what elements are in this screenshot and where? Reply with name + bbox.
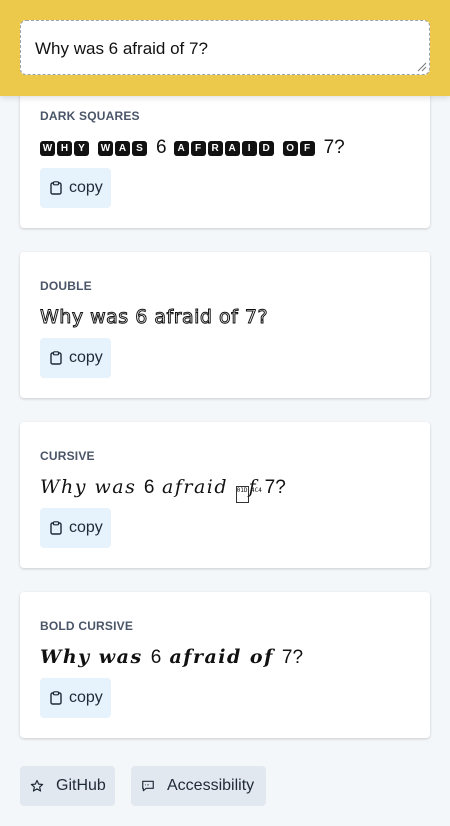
- dark-square-plain: 6: [156, 137, 167, 158]
- dark-square-letter: H: [57, 141, 72, 156]
- github-label: GitHub: [56, 777, 106, 794]
- card-label: DOUBLE: [40, 279, 92, 293]
- cursive-digit: 7?: [264, 477, 286, 498]
- dark-square-letter: R: [207, 141, 223, 156]
- accessibility-label: Accessibility: [167, 777, 255, 794]
- cursive-digit: 6: [143, 477, 155, 498]
- dark-square-letter: W: [98, 141, 113, 156]
- text-input-value[interactable]: Why was 6 afraid of 7?: [35, 39, 208, 59]
- cursive-part: f: [248, 476, 265, 498]
- bold-cursive-digit: 7?: [281, 647, 304, 668]
- cursive-text: Why was 6 afraid 01D 4C4f 7?: [40, 476, 286, 503]
- resize-handle-icon[interactable]: [415, 60, 427, 72]
- dark-square-letter: A: [224, 141, 240, 156]
- chat-bubble-icon: [142, 780, 154, 792]
- star-icon: [30, 779, 44, 792]
- header-bar: Why was 6 afraid of 7?: [0, 0, 450, 96]
- style-card-cursive: CURSIVE Why was 6 afraid 01D 4C4f 7? cop…: [20, 422, 430, 568]
- dark-square-letter: Y: [74, 141, 89, 156]
- dark-square-letter: A: [115, 141, 130, 156]
- copy-button[interactable]: copy: [40, 168, 111, 208]
- style-card-bold-cursive: BOLD CURSIVE Why was 6 afraid of 7? copy: [20, 592, 430, 738]
- clipboard-icon: [50, 691, 62, 705]
- style-card-dark-squares: DARK SQUARES W H Y W A S 6 A F R A I D O F 7? copy: [20, 82, 430, 228]
- dark-square-letter: W: [40, 141, 55, 156]
- dark-square-letter: S: [132, 141, 147, 156]
- dark-square-letter: I: [241, 141, 257, 156]
- double-text: Why was 6 afraid of 7?: [39, 306, 269, 329]
- bold-cursive-text: Why was 6 afraid of 7?: [40, 646, 303, 669]
- copy-label: copy: [69, 349, 103, 366]
- card-label: DARK SQUARES: [40, 109, 140, 123]
- dark-squares-text: W H Y W A S 6 A F R A I D O F 7?: [40, 137, 345, 159]
- dark-square-letter: F: [299, 141, 315, 156]
- cursive-part: afraid: [154, 476, 236, 498]
- bold-cursive-part: Why was: [40, 646, 151, 668]
- copy-label: copy: [69, 519, 103, 536]
- card-label: CURSIVE: [40, 449, 95, 463]
- dark-square-letter: A: [173, 141, 189, 156]
- dark-square-plain: 7?: [323, 137, 345, 158]
- dark-square-letter: O: [282, 141, 298, 156]
- accessibility-button[interactable]: Accessibility: [131, 766, 266, 806]
- dark-square-letter: D: [258, 141, 274, 156]
- clipboard-icon: [50, 181, 62, 195]
- text-input-field[interactable]: Why was 6 afraid of 7?: [20, 20, 430, 75]
- clipboard-icon: [50, 521, 62, 535]
- missing-glyph-box: 01D 4C4: [235, 486, 262, 503]
- style-card-double: DOUBLE Why was 6 afraid of 7? copy: [20, 252, 430, 398]
- card-label: BOLD CURSIVE: [40, 619, 134, 633]
- cursive-part: Why was: [40, 476, 144, 498]
- github-button[interactable]: GitHub: [20, 766, 115, 806]
- copy-button[interactable]: copy: [40, 508, 111, 548]
- clipboard-icon: [50, 351, 62, 365]
- bold-cursive-part: afraid of: [161, 646, 282, 668]
- copy-label: copy: [69, 179, 103, 196]
- copy-button[interactable]: copy: [40, 678, 111, 718]
- copy-button[interactable]: copy: [40, 338, 111, 378]
- copy-label: copy: [69, 689, 103, 706]
- dark-square-letter: F: [190, 141, 206, 156]
- bold-cursive-digit: 6: [150, 647, 162, 668]
